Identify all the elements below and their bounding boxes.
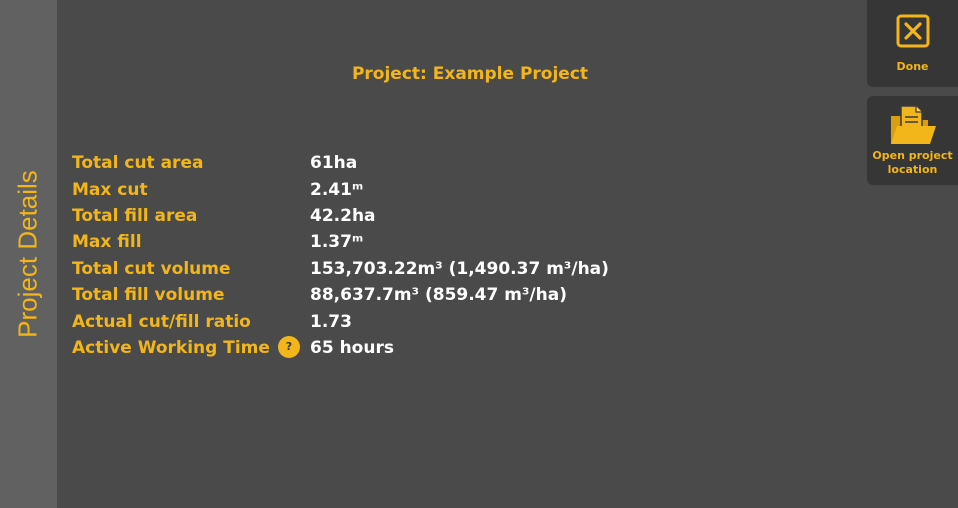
right-toolbar: Done Open project location (865, 0, 958, 508)
detail-row-max-fill: Max fill 1.37ᵐ (72, 229, 609, 255)
detail-row-max-cut: Max cut 2.41ᵐ (72, 176, 609, 202)
folder-document-icon (890, 105, 936, 144)
open-label-line1: Open project (872, 149, 953, 162)
detail-label: Total cut volume (72, 258, 231, 279)
detail-row-cut-fill-ratio: Actual cut/fill ratio 1.73 (72, 308, 609, 334)
open-label-line2: location (887, 163, 938, 176)
open-project-location-label: Open project location (867, 149, 958, 177)
detail-label: Total fill area (72, 205, 198, 226)
detail-label: Max cut (72, 179, 148, 200)
project-details-list: Total cut area 61ha Max cut 2.41ᵐ Total … (72, 150, 609, 361)
detail-value: 1.73 (310, 311, 352, 332)
done-button[interactable]: Done (867, 0, 958, 87)
detail-label: Total cut area (72, 153, 204, 174)
detail-row-total-fill-volume: Total fill volume 88,637.7m³ (859.47 m³/… (72, 282, 609, 308)
detail-value: 65 hours (310, 337, 394, 358)
detail-value: 88,637.7m³ (859.47 m³/ha) (310, 285, 567, 306)
main-panel: Project: Example Project Total cut area … (57, 0, 865, 508)
open-project-location-button[interactable]: Open project location (867, 96, 958, 185)
page-title: Project: Example Project (351, 64, 589, 84)
sidebar: Project Details (0, 0, 57, 508)
detail-label: Actual cut/fill ratio (72, 311, 251, 332)
detail-label-wrapper: Active Working Time ? (72, 335, 310, 358)
detail-row-active-working-time: Active Working Time ? 65 hours (72, 335, 609, 361)
close-box-icon (896, 14, 929, 48)
detail-value: 2.41ᵐ (310, 179, 364, 200)
detail-row-total-cut-volume: Total cut volume 153,703.22m³ (1,490.37 … (72, 256, 609, 282)
help-icon[interactable]: ? (277, 335, 300, 358)
done-label: Done (896, 60, 929, 73)
detail-label: Max fill (72, 232, 142, 253)
detail-row-total-cut-area: Total cut area 61ha (72, 150, 609, 176)
detail-value: 61ha (310, 153, 358, 174)
detail-label: Total fill volume (72, 285, 225, 306)
sidebar-title: Project Details (12, 170, 43, 338)
detail-label: Active Working Time (72, 337, 270, 358)
detail-value: 42.2ha (310, 205, 376, 226)
detail-value: 1.37ᵐ (310, 232, 364, 253)
detail-row-total-fill-area: Total fill area 42.2ha (72, 203, 609, 229)
detail-value: 153,703.22m³ (1,490.37 m³/ha) (310, 258, 609, 279)
